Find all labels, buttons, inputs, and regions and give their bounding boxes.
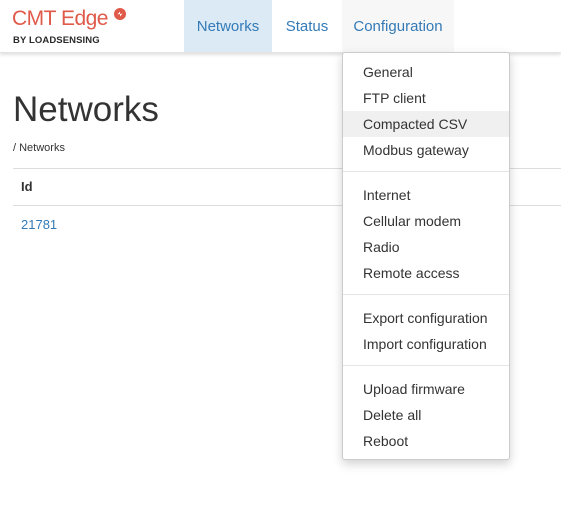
brand-subtitle: BY LOADSENSING	[13, 35, 100, 46]
configuration-dropdown-menu: General FTP client Compacted CSV Modbus …	[342, 52, 510, 460]
brand-name: CMT Edge	[12, 7, 109, 30]
menu-divider	[343, 365, 509, 366]
nav-networks[interactable]: Networks	[184, 0, 272, 52]
menu-item-cellular-modem[interactable]: Cellular modem	[343, 208, 509, 234]
menu-item-ftp-client[interactable]: FTP client	[343, 85, 509, 111]
menu-item-radio[interactable]: Radio	[343, 234, 509, 260]
column-header-id: Id	[21, 179, 33, 194]
loadsensing-logo-icon	[114, 8, 126, 20]
menu-item-import-configuration[interactable]: Import configuration	[343, 331, 509, 357]
nav-configuration[interactable]: Configuration	[342, 0, 454, 52]
menu-item-modbus-gateway[interactable]: Modbus gateway	[343, 137, 509, 163]
menu-divider	[343, 171, 509, 172]
nav-status[interactable]: Status	[272, 0, 342, 52]
menu-item-export-configuration[interactable]: Export configuration	[343, 305, 509, 331]
breadcrumb: / Networks	[13, 142, 65, 154]
menu-item-upload-firmware[interactable]: Upload firmware	[343, 376, 509, 402]
page-title: Networks	[13, 90, 159, 129]
menu-item-internet[interactable]: Internet	[343, 182, 509, 208]
menu-item-remote-access[interactable]: Remote access	[343, 260, 509, 286]
top-navbar: CMT Edge BY LOADSENSING Networks Status …	[0, 0, 561, 53]
menu-item-reboot[interactable]: Reboot	[343, 428, 509, 454]
menu-item-general[interactable]: General	[343, 59, 509, 85]
menu-item-compacted-csv[interactable]: Compacted CSV	[343, 111, 509, 137]
menu-divider	[343, 294, 509, 295]
menu-item-delete-all[interactable]: Delete all	[343, 402, 509, 428]
brand-logo[interactable]: CMT Edge BY LOADSENSING	[12, 7, 182, 47]
network-id-link[interactable]: 21781	[21, 217, 57, 232]
